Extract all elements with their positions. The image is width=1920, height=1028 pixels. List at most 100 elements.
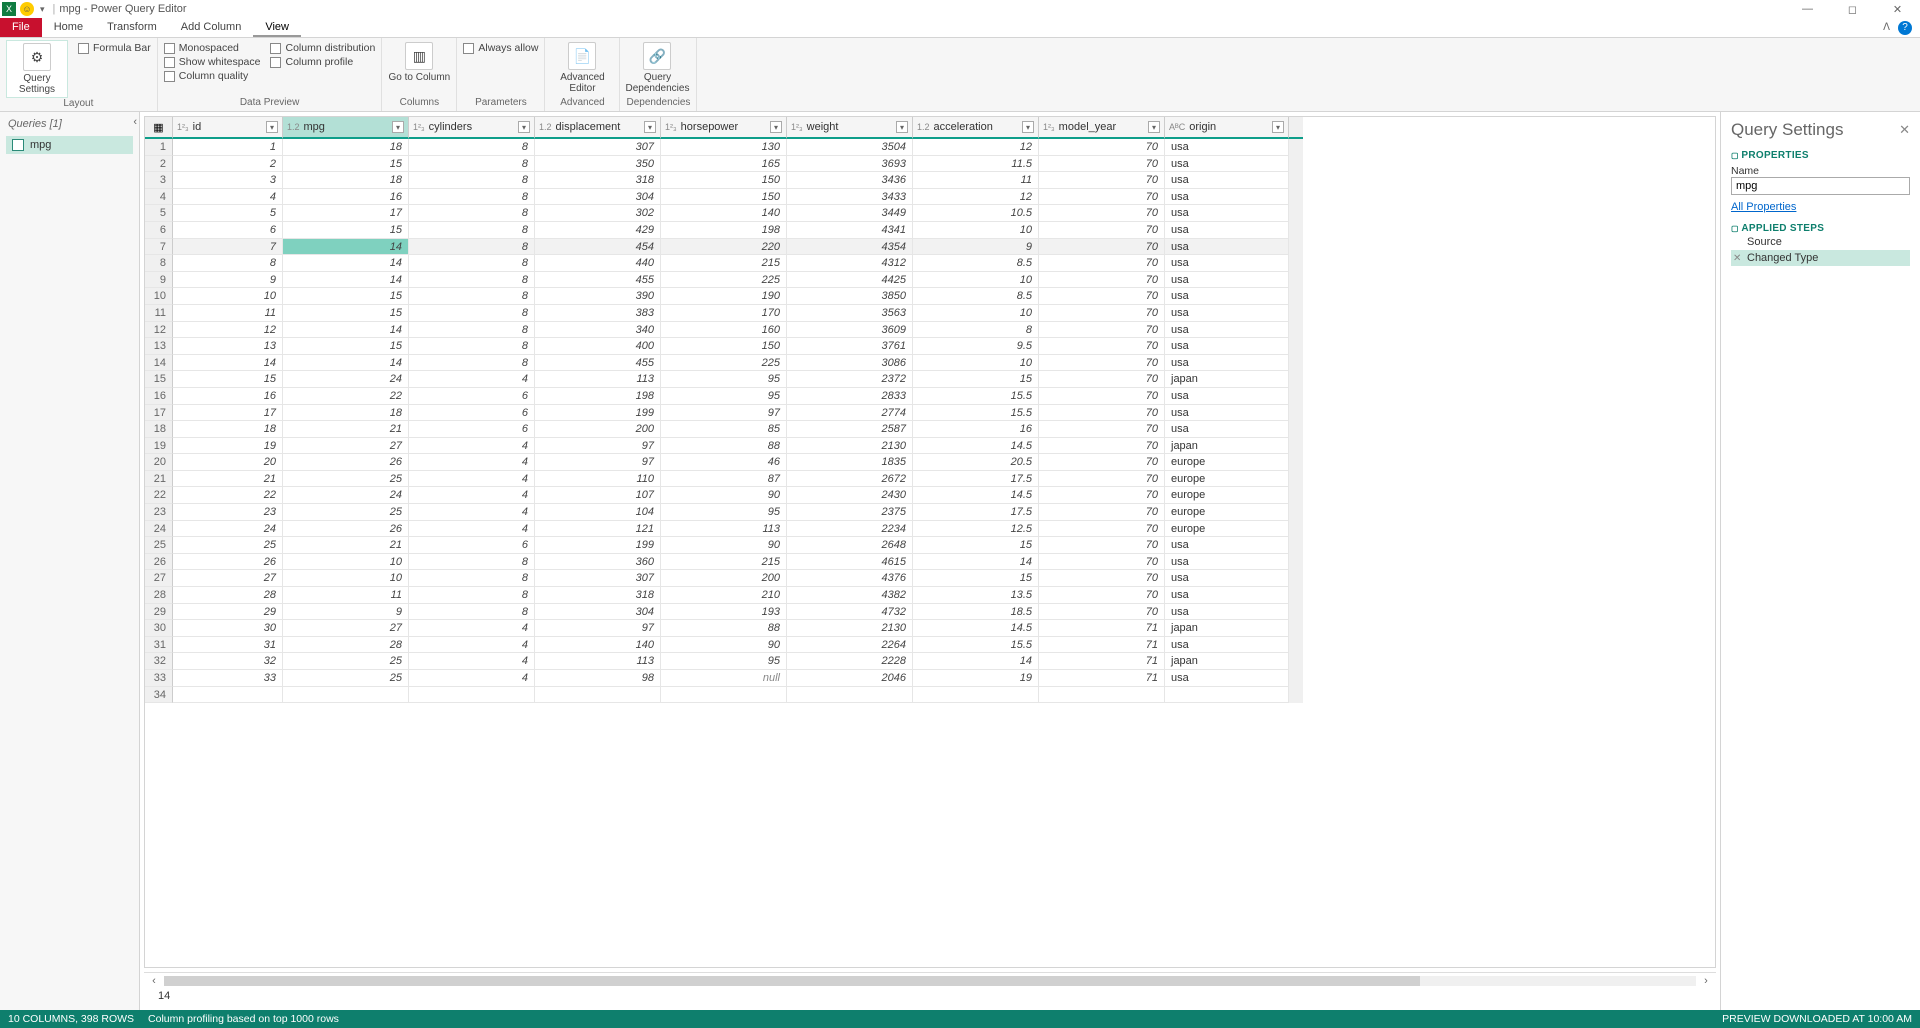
- cell[interactable]: 107: [535, 487, 661, 504]
- cell[interactable]: 210: [661, 587, 787, 604]
- cell[interactable]: 190: [661, 288, 787, 305]
- cell[interactable]: 90: [661, 637, 787, 654]
- cell[interactable]: 32: [173, 653, 283, 670]
- cell[interactable]: 104: [535, 504, 661, 521]
- row-header[interactable]: 20: [145, 454, 173, 471]
- row-header[interactable]: 10: [145, 288, 173, 305]
- cell[interactable]: japan: [1165, 653, 1289, 670]
- query-settings-button[interactable]: ⚙ Query Settings: [6, 40, 68, 98]
- cell[interactable]: 8: [409, 305, 535, 322]
- cell[interactable]: 4: [409, 620, 535, 637]
- cell[interactable]: 4312: [787, 255, 913, 272]
- cell[interactable]: 71: [1039, 637, 1165, 654]
- cell[interactable]: 9: [913, 239, 1039, 256]
- cell[interactable]: 8: [409, 255, 535, 272]
- cell[interactable]: 8: [409, 355, 535, 372]
- cell[interactable]: 70: [1039, 438, 1165, 455]
- cell[interactable]: 12: [173, 322, 283, 339]
- cell[interactable]: 4: [409, 487, 535, 504]
- cell[interactable]: 8.5: [913, 288, 1039, 305]
- cell[interactable]: null: [661, 670, 787, 687]
- vscroll-track[interactable]: [1289, 687, 1303, 704]
- cell[interactable]: 121: [535, 521, 661, 538]
- row-header[interactable]: 11: [145, 305, 173, 322]
- cell[interactable]: 14: [283, 355, 409, 372]
- filter-dropdown-icon[interactable]: ▾: [1148, 121, 1160, 133]
- cell[interactable]: 12: [913, 139, 1039, 156]
- cell[interactable]: usa: [1165, 189, 1289, 206]
- cell[interactable]: 15: [173, 371, 283, 388]
- cell[interactable]: 10: [913, 355, 1039, 372]
- cell[interactable]: 429: [535, 222, 661, 239]
- cell[interactable]: 15.5: [913, 637, 1039, 654]
- queries-collapse-icon[interactable]: ‹: [133, 116, 137, 128]
- col-mpg[interactable]: 1.2mpg▾: [283, 117, 409, 139]
- cell[interactable]: usa: [1165, 288, 1289, 305]
- cell[interactable]: usa: [1165, 554, 1289, 571]
- cell[interactable]: 15.5: [913, 388, 1039, 405]
- cell[interactable]: 3609: [787, 322, 913, 339]
- cell[interactable]: 318: [535, 172, 661, 189]
- cell[interactable]: 4615: [787, 554, 913, 571]
- cell[interactable]: 113: [661, 521, 787, 538]
- row-header[interactable]: 14: [145, 355, 173, 372]
- row-header[interactable]: 34: [145, 687, 173, 704]
- filter-dropdown-icon[interactable]: ▾: [896, 121, 908, 133]
- row-header[interactable]: 22: [145, 487, 173, 504]
- cell[interactable]: 70: [1039, 454, 1165, 471]
- cell[interactable]: 4: [409, 504, 535, 521]
- cell[interactable]: 2: [173, 156, 283, 173]
- cell[interactable]: 9.5: [913, 338, 1039, 355]
- cell[interactable]: 3086: [787, 355, 913, 372]
- row-header[interactable]: 23: [145, 504, 173, 521]
- cell[interactable]: 4341: [787, 222, 913, 239]
- cell[interactable]: 70: [1039, 272, 1165, 289]
- cell[interactable]: usa: [1165, 405, 1289, 422]
- cell[interactable]: europe: [1165, 504, 1289, 521]
- cell[interactable]: 2375: [787, 504, 913, 521]
- cell[interactable]: 22: [283, 388, 409, 405]
- delete-step-icon[interactable]: ✕: [1733, 253, 1741, 264]
- cell[interactable]: 27: [173, 570, 283, 587]
- cell[interactable]: 3433: [787, 189, 913, 206]
- cell[interactable]: 14: [913, 554, 1039, 571]
- cell[interactable]: 8: [409, 322, 535, 339]
- cell[interactable]: 6: [409, 537, 535, 554]
- cell[interactable]: 150: [661, 189, 787, 206]
- row-header[interactable]: 19: [145, 438, 173, 455]
- vscroll-track[interactable]: [1289, 537, 1303, 554]
- vscroll-track[interactable]: [1289, 172, 1303, 189]
- cell[interactable]: 4382: [787, 587, 913, 604]
- vscroll-track[interactable]: [1289, 521, 1303, 538]
- cell[interactable]: 70: [1039, 421, 1165, 438]
- cell[interactable]: 198: [535, 388, 661, 405]
- cell[interactable]: 70: [1039, 172, 1165, 189]
- vscroll-track[interactable]: [1289, 620, 1303, 637]
- cell[interactable]: 14.5: [913, 487, 1039, 504]
- cell[interactable]: 2774: [787, 405, 913, 422]
- tab-add-column[interactable]: Add Column: [169, 18, 254, 37]
- cell[interactable]: 25: [283, 670, 409, 687]
- cell[interactable]: 2234: [787, 521, 913, 538]
- type-icon[interactable]: 1²₃: [665, 122, 677, 132]
- cell[interactable]: 4: [409, 653, 535, 670]
- qat-dropdown-icon[interactable]: ▾: [40, 4, 45, 15]
- cell[interactable]: 22: [173, 487, 283, 504]
- cell[interactable]: 6: [409, 388, 535, 405]
- vscroll-track[interactable]: [1289, 471, 1303, 488]
- cell[interactable]: 25: [173, 537, 283, 554]
- cell[interactable]: 4425: [787, 272, 913, 289]
- cell[interactable]: 10: [913, 305, 1039, 322]
- vscroll-track[interactable]: [1289, 421, 1303, 438]
- cell[interactable]: 3436: [787, 172, 913, 189]
- cell[interactable]: 30: [173, 620, 283, 637]
- vscroll-track[interactable]: [1289, 637, 1303, 654]
- cell[interactable]: 10: [913, 272, 1039, 289]
- row-header[interactable]: 9: [145, 272, 173, 289]
- cell[interactable]: 90: [661, 537, 787, 554]
- cell[interactable]: 24: [283, 487, 409, 504]
- cell[interactable]: 215: [661, 554, 787, 571]
- cell[interactable]: 302: [535, 205, 661, 222]
- cell[interactable]: 8: [409, 189, 535, 206]
- cell[interactable]: usa: [1165, 670, 1289, 687]
